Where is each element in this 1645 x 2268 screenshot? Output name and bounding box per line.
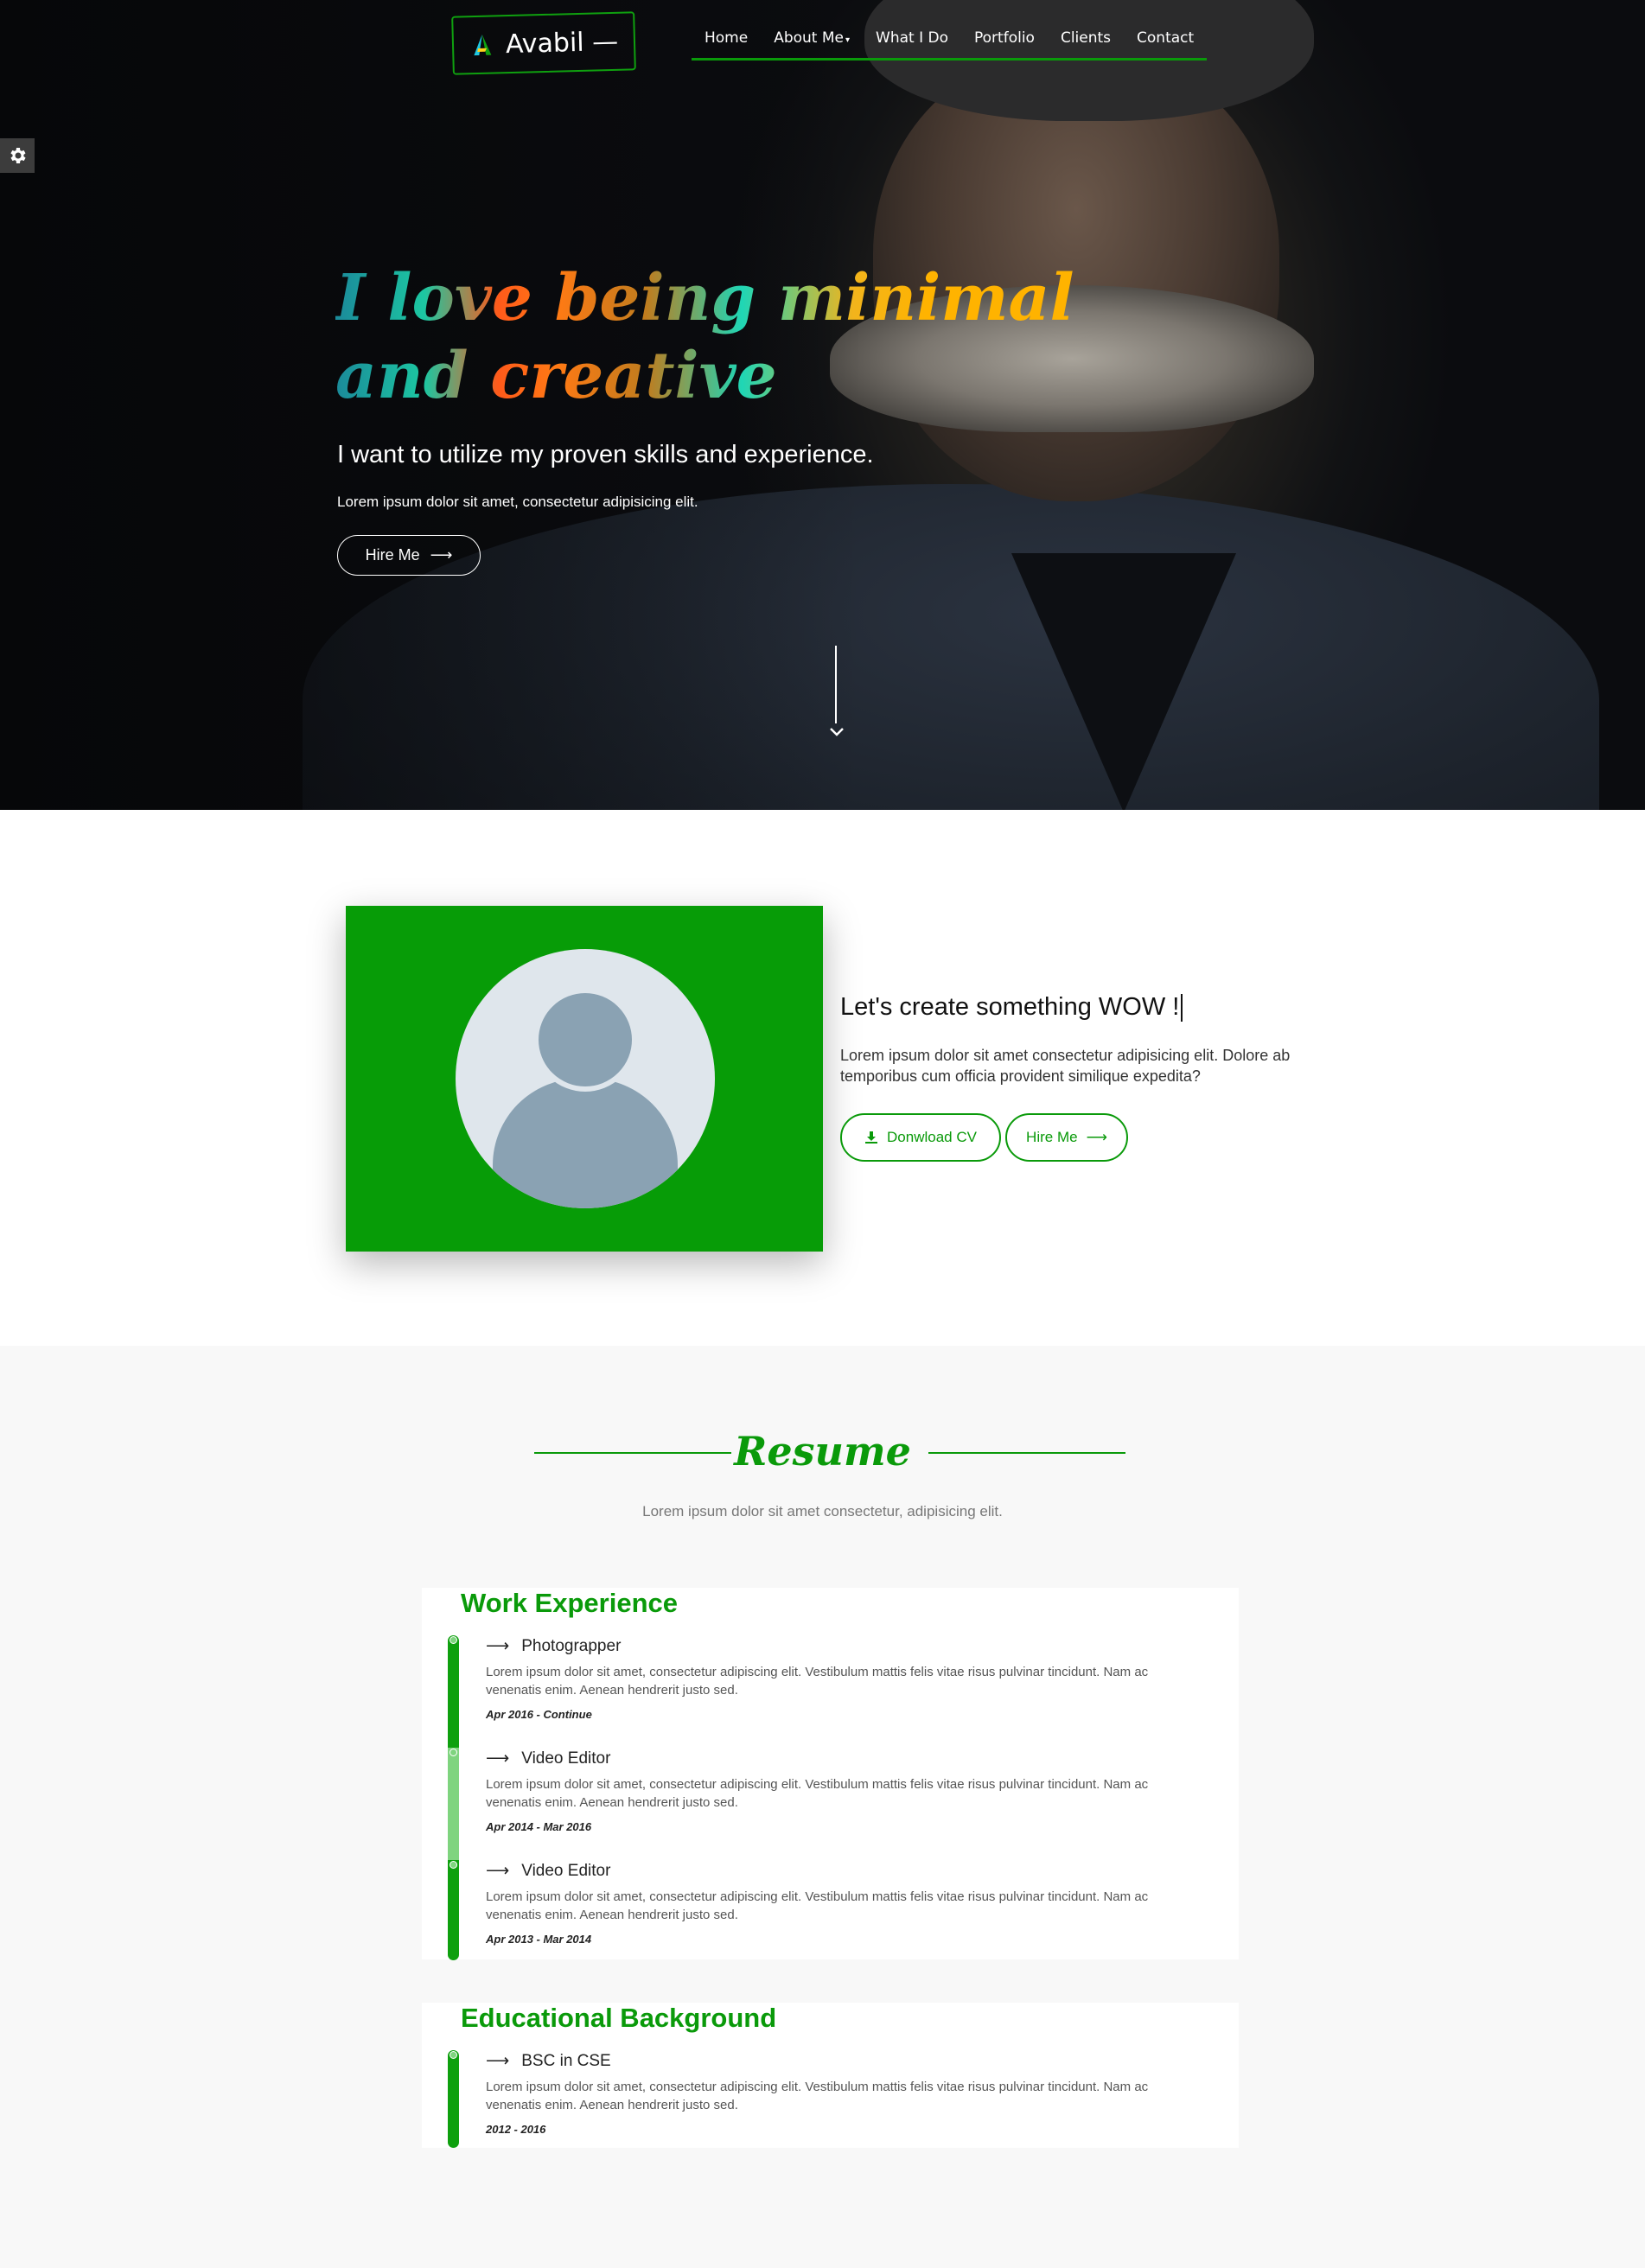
- work-entry: ⟶ Video Editor Lorem ipsum dolor sit amet…: [486, 1749, 1195, 1833]
- education-title: Educational Background: [461, 2003, 777, 2033]
- gear-icon: [10, 148, 26, 163]
- profile-photo-card: [346, 906, 823, 1252]
- about-section: Let's create something WOW ! Lorem ipsum…: [0, 810, 1645, 1346]
- nav-item-home[interactable]: Home: [692, 17, 761, 58]
- chevron-down-icon: [830, 728, 844, 736]
- education-panel: Educational Background ⟶ BSC in CSE Lorem…: [422, 2003, 1239, 2148]
- hero-subheadline: I want to utilize my proven skills and e…: [337, 441, 874, 468]
- work-entry-date: Apr 2013 - Mar 2014: [486, 1933, 592, 1946]
- hero-section: Avabil — Home About Me ▾ What I Do Portfo…: [0, 0, 1645, 810]
- nav-item-about-me-label: About Me: [774, 29, 844, 47]
- brand-logo[interactable]: Avabil —: [451, 11, 636, 75]
- hero-photo-neck: [1011, 553, 1236, 810]
- about-hire-me-label: Hire Me: [1026, 1129, 1078, 1145]
- work-entry-title: ⟶ Video Editor: [486, 1861, 1195, 1881]
- nav-item-about-me[interactable]: About Me ▾: [761, 17, 863, 58]
- timeline-dot: [450, 1636, 457, 1644]
- chevron-down-icon: ▾: [845, 35, 851, 45]
- nav-item-portfolio[interactable]: Portfolio: [961, 17, 1048, 58]
- brand-name: Avabil —: [505, 26, 619, 60]
- work-entry-text: Lorem ipsum dolor sit amet, consectetur …: [486, 1889, 1149, 1922]
- work-timeline: [448, 1635, 459, 1960]
- nav-item-contact[interactable]: Contact: [1124, 17, 1207, 58]
- nav-item-what-i-do[interactable]: What I Do: [863, 17, 961, 58]
- settings-toggle[interactable]: [0, 138, 35, 173]
- hero-text: Lorem ipsum dolor sit amet, consectetur …: [337, 494, 698, 510]
- about-hire-me-button[interactable]: Hire Me ⟶: [1005, 1113, 1128, 1162]
- education-entry-date: 2012 - 2016: [486, 2123, 546, 2136]
- download-cv-button[interactable]: Donwload CV: [840, 1113, 1001, 1162]
- avatar-head: [533, 988, 637, 1092]
- work-timeline-highlight: [448, 1748, 459, 1860]
- arrow-right-icon: ⟶: [486, 1637, 510, 1655]
- work-entry-date: Apr 2014 - Mar 2016: [486, 1820, 592, 1833]
- main-nav: Home About Me ▾ What I Do Portfolio Clien…: [692, 17, 1208, 61]
- typing-cursor: [1181, 994, 1183, 1023]
- work-entry-title: ⟶ Video Editor: [486, 1749, 1195, 1768]
- education-entry: ⟶ BSC in CSE Lorem ipsum dolor sit amet, …: [486, 2051, 1195, 2136]
- arrow-right-icon: ⟶: [486, 1749, 510, 1768]
- hero-headline: I love being minimal and creative: [335, 259, 1074, 415]
- arrow-right-icon: ⟶: [430, 546, 453, 564]
- resume-title: Resume: [734, 1428, 911, 1475]
- education-entry-degree: BSC in CSE: [521, 2052, 611, 2070]
- resume-subtitle: Lorem ipsum dolor sit amet consectetur, …: [642, 1503, 1003, 1519]
- work-entry: ⟶ Video Editor Lorem ipsum dolor sit amet…: [486, 1861, 1195, 1946]
- scroll-indicator-line: [835, 646, 837, 723]
- hero-hire-me-button[interactable]: Hire Me ⟶: [337, 535, 481, 576]
- work-entry-date: Apr 2016 - Continue: [486, 1708, 592, 1721]
- work-entry-text: Lorem ipsum dolor sit amet, consectetur …: [486, 1777, 1149, 1810]
- hero-headline-line1: I love being minimal: [335, 261, 1074, 335]
- work-experience-panel: Work Experience ⟶ Photograpper Lorem ipsu…: [422, 1588, 1239, 1960]
- work-entry-role: Video Editor: [521, 1862, 611, 1880]
- education-entry-text: Lorem ipsum dolor sit amet, consectetur …: [486, 2080, 1149, 2112]
- about-title-text: Let's create something WOW !: [840, 993, 1180, 1021]
- arrow-right-icon: ⟶: [486, 1862, 510, 1880]
- hero-headline-line2: and creative: [335, 339, 777, 413]
- timeline-dot: [450, 1861, 457, 1869]
- timeline-dot: [450, 2051, 457, 2059]
- about-text: Lorem ipsum dolor sit amet consectetur a…: [840, 1047, 1291, 1085]
- arrow-right-icon: ⟶: [1086, 1129, 1107, 1145]
- education-entry-title: ⟶ BSC in CSE: [486, 2051, 1195, 2071]
- arrow-right-icon: ⟶: [486, 2052, 510, 2070]
- hero-hire-me-label: Hire Me: [365, 546, 420, 564]
- timeline-dot: [450, 1749, 457, 1756]
- download-cv-label: Donwload CV: [887, 1129, 977, 1145]
- work-entry-role: Video Editor: [521, 1749, 611, 1768]
- user-avatar-icon: [456, 949, 715, 1208]
- avabil-logo-icon: [474, 34, 492, 56]
- work-entry-text: Lorem ipsum dolor sit amet, consectetur …: [486, 1665, 1149, 1698]
- work-entry-title: ⟶ Photograpper: [486, 1636, 1195, 1656]
- scroll-down-button[interactable]: [829, 726, 845, 742]
- work-entry-role: Photograpper: [521, 1637, 622, 1655]
- about-title: Let's create something WOW !: [840, 993, 1183, 1023]
- resume-section: Resume Lorem ipsum dolor sit amet consec…: [0, 1346, 1645, 2268]
- download-icon: [865, 1131, 878, 1144]
- work-entry: ⟶ Photograpper Lorem ipsum dolor sit amet…: [486, 1636, 1195, 1721]
- nav-item-clients[interactable]: Clients: [1048, 17, 1124, 58]
- education-timeline: [448, 2050, 459, 2148]
- avatar-body: [493, 1079, 678, 1208]
- work-experience-title: Work Experience: [461, 1588, 678, 1618]
